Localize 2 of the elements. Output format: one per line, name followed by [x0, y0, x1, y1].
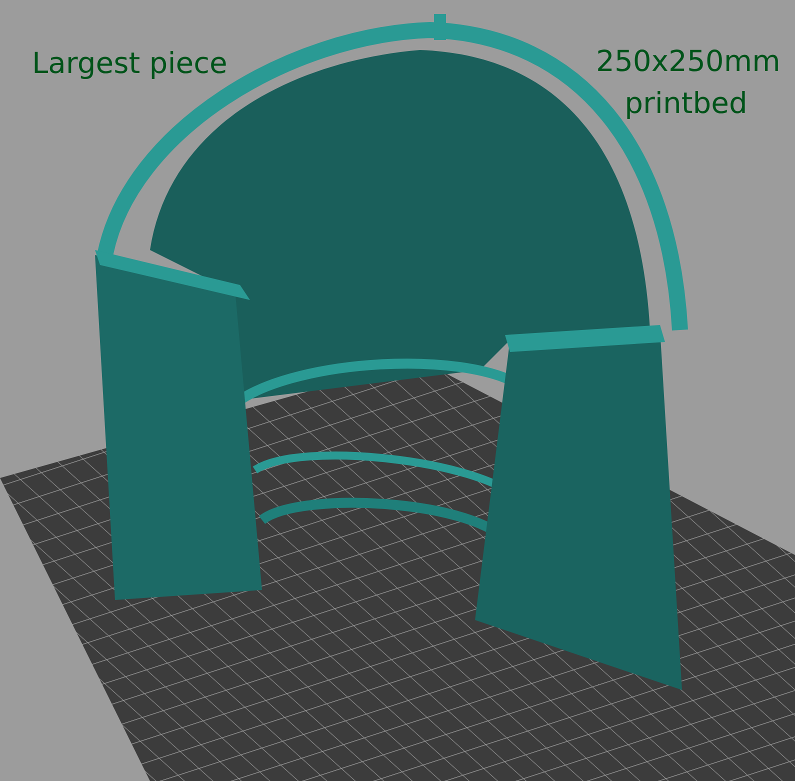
model-label: Largest piece [32, 45, 228, 82]
bed-size-label: 250x250mm printbed [596, 43, 776, 122]
